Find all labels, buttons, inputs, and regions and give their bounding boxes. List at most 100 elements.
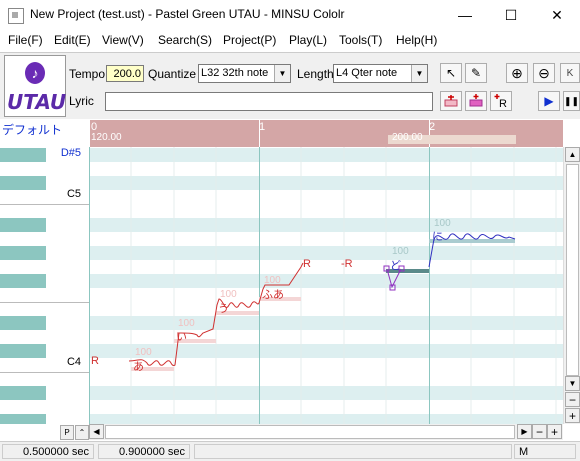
insert-note-button[interactable] [440,91,462,111]
lyric-input[interactable] [105,92,433,111]
menu-edit[interactable]: Edit(E) [54,33,91,47]
piano-roll-keys[interactable]: D#5 C5 C4 [0,147,89,424]
black-key[interactable] [0,344,46,358]
scroll-left-button[interactable]: ◀ [89,424,104,439]
zoom-out-horizontal-button[interactable]: − [532,424,547,439]
maximize-button[interactable]: ☐ [488,0,534,30]
title-bar: New Project (test.ust) - Pastel Green UT… [0,0,580,30]
menu-project[interactable]: Project(P) [223,33,276,47]
note-lyric[interactable]: に [432,228,443,244]
vertical-scrollbar[interactable]: ▲ ▼ − + [563,147,580,424]
window-title: New Project (test.ust) - Pastel Green UT… [30,7,345,21]
pencil-tool-button[interactable]: ✎ [465,63,487,83]
note-lyric[interactable]: う [218,300,229,316]
note-icon: ♪ [25,62,45,84]
menu-bar: File(F) Edit(E) View(V) Search(S) Projec… [0,30,580,50]
add-note-button[interactable] [465,91,487,111]
note-lyric[interactable]: あ [133,358,144,374]
key-divider [0,204,89,205]
status-position-start: 0.500000 sec [2,444,94,459]
length-value: L4 Qter note [336,67,398,79]
zoom-in-button[interactable]: ⊕ [506,63,528,83]
add-rest-button[interactable]: R [490,91,512,111]
note-lyric[interactable]: ど [390,257,401,273]
note-grid-canvas [89,147,563,424]
chevron-down-icon: ▼ [411,65,427,82]
length-label: Length [297,67,334,81]
note-grid[interactable]: R 100 あ 100 い 100 う 100 ふあ R -R 100 ど 10… [89,147,563,424]
chevron-down-icon: ▼ [274,65,290,82]
toggle-button[interactable]: ⌃ [75,425,89,440]
zoom-in-horizontal-button[interactable]: + [547,424,562,439]
tempo-label: Tempo [69,67,106,81]
quantize-select[interactable]: L32 32th note ▼ [198,64,291,83]
close-button[interactable]: ✕ [534,0,580,30]
timeline-ruler[interactable]: 0 120.00 1 2 200.00 [89,120,563,147]
note-lyric[interactable]: R [303,258,311,270]
horizontal-scroll-thumb[interactable] [105,425,515,439]
status-mode: M [514,444,576,459]
key-divider [0,302,89,303]
black-key[interactable] [0,246,46,260]
zoom-in-vertical-button[interactable]: + [565,408,580,423]
note-velocity: 100 [392,246,409,257]
menu-play[interactable]: Play(L) [289,33,327,47]
track-name: デフォルト [2,123,63,137]
black-key[interactable] [0,316,46,330]
status-message [194,444,512,459]
note-velocity: 100 [264,275,281,286]
tempo-marker: 120.00 [91,132,122,143]
menu-tools[interactable]: Tools(T) [339,33,382,47]
note-lyric[interactable]: ふあ [262,286,284,302]
scroll-right-button[interactable]: ▶ [517,424,532,439]
note-lyric[interactable]: -R [341,258,353,270]
p-button[interactable]: P [60,425,74,440]
black-key[interactable] [0,148,46,162]
toolbar-overflow-button[interactable]: K [560,63,580,83]
zoom-out-vertical-button[interactable]: − [565,392,580,407]
length-select[interactable]: L4 Qter note ▼ [333,64,428,83]
menu-file[interactable]: File(F) [8,33,43,47]
black-key[interactable] [0,218,46,232]
note-lyric[interactable]: R [91,355,99,367]
scroll-down-button[interactable]: ▼ [565,376,580,391]
scroll-up-button[interactable]: ▲ [565,147,580,162]
menu-help[interactable]: Help(H) [396,33,437,47]
select-tool-button[interactable]: ↖ [440,63,462,83]
logo-text: UTAU [7,90,67,114]
key-label-c4: C4 [66,356,81,368]
status-position-end: 0.900000 sec [98,444,190,459]
vertical-scroll-thumb[interactable] [566,164,579,376]
svg-text:R: R [499,98,507,108]
horizontal-scrollbar[interactable]: ◀ ▶ − + [89,424,563,440]
quantize-label: Quantize [148,67,197,81]
pause-button[interactable]: ❚❚ [563,91,580,111]
key-label-c5: C5 [66,188,81,200]
lyric-label: Lyric [69,94,94,108]
measure-line [89,120,90,147]
play-button[interactable]: ▶ [538,91,560,111]
track-header: デフォルト [0,120,89,148]
black-key[interactable] [0,386,46,400]
key-divider [0,372,89,373]
quantize-value: L32 32th note [201,67,269,79]
zoom-out-button[interactable]: ⊖ [533,63,555,83]
menu-view[interactable]: View(V) [102,33,144,47]
insert-note-icon [444,95,458,107]
note-lyric[interactable]: い [176,328,187,344]
black-key[interactable] [0,176,46,190]
measure-number-2: 2 [429,121,436,133]
key-label-d-sharp-5: D#5 [60,147,81,159]
note-velocity: 100 [220,289,237,300]
add-note-icon [469,94,483,107]
tempo-input[interactable]: 200.0 [106,65,144,82]
tempo-marker-2: 200.00 [392,132,423,143]
utau-logo: ♪ UTAU [4,55,66,117]
black-key[interactable] [0,274,46,288]
add-rest-icon: R [494,94,507,108]
menu-search[interactable]: Search(S) [158,33,212,47]
black-key[interactable] [0,414,46,424]
minimize-button[interactable]: — [442,0,488,30]
note-velocity: 100 [135,347,152,358]
app-icon [8,8,24,24]
